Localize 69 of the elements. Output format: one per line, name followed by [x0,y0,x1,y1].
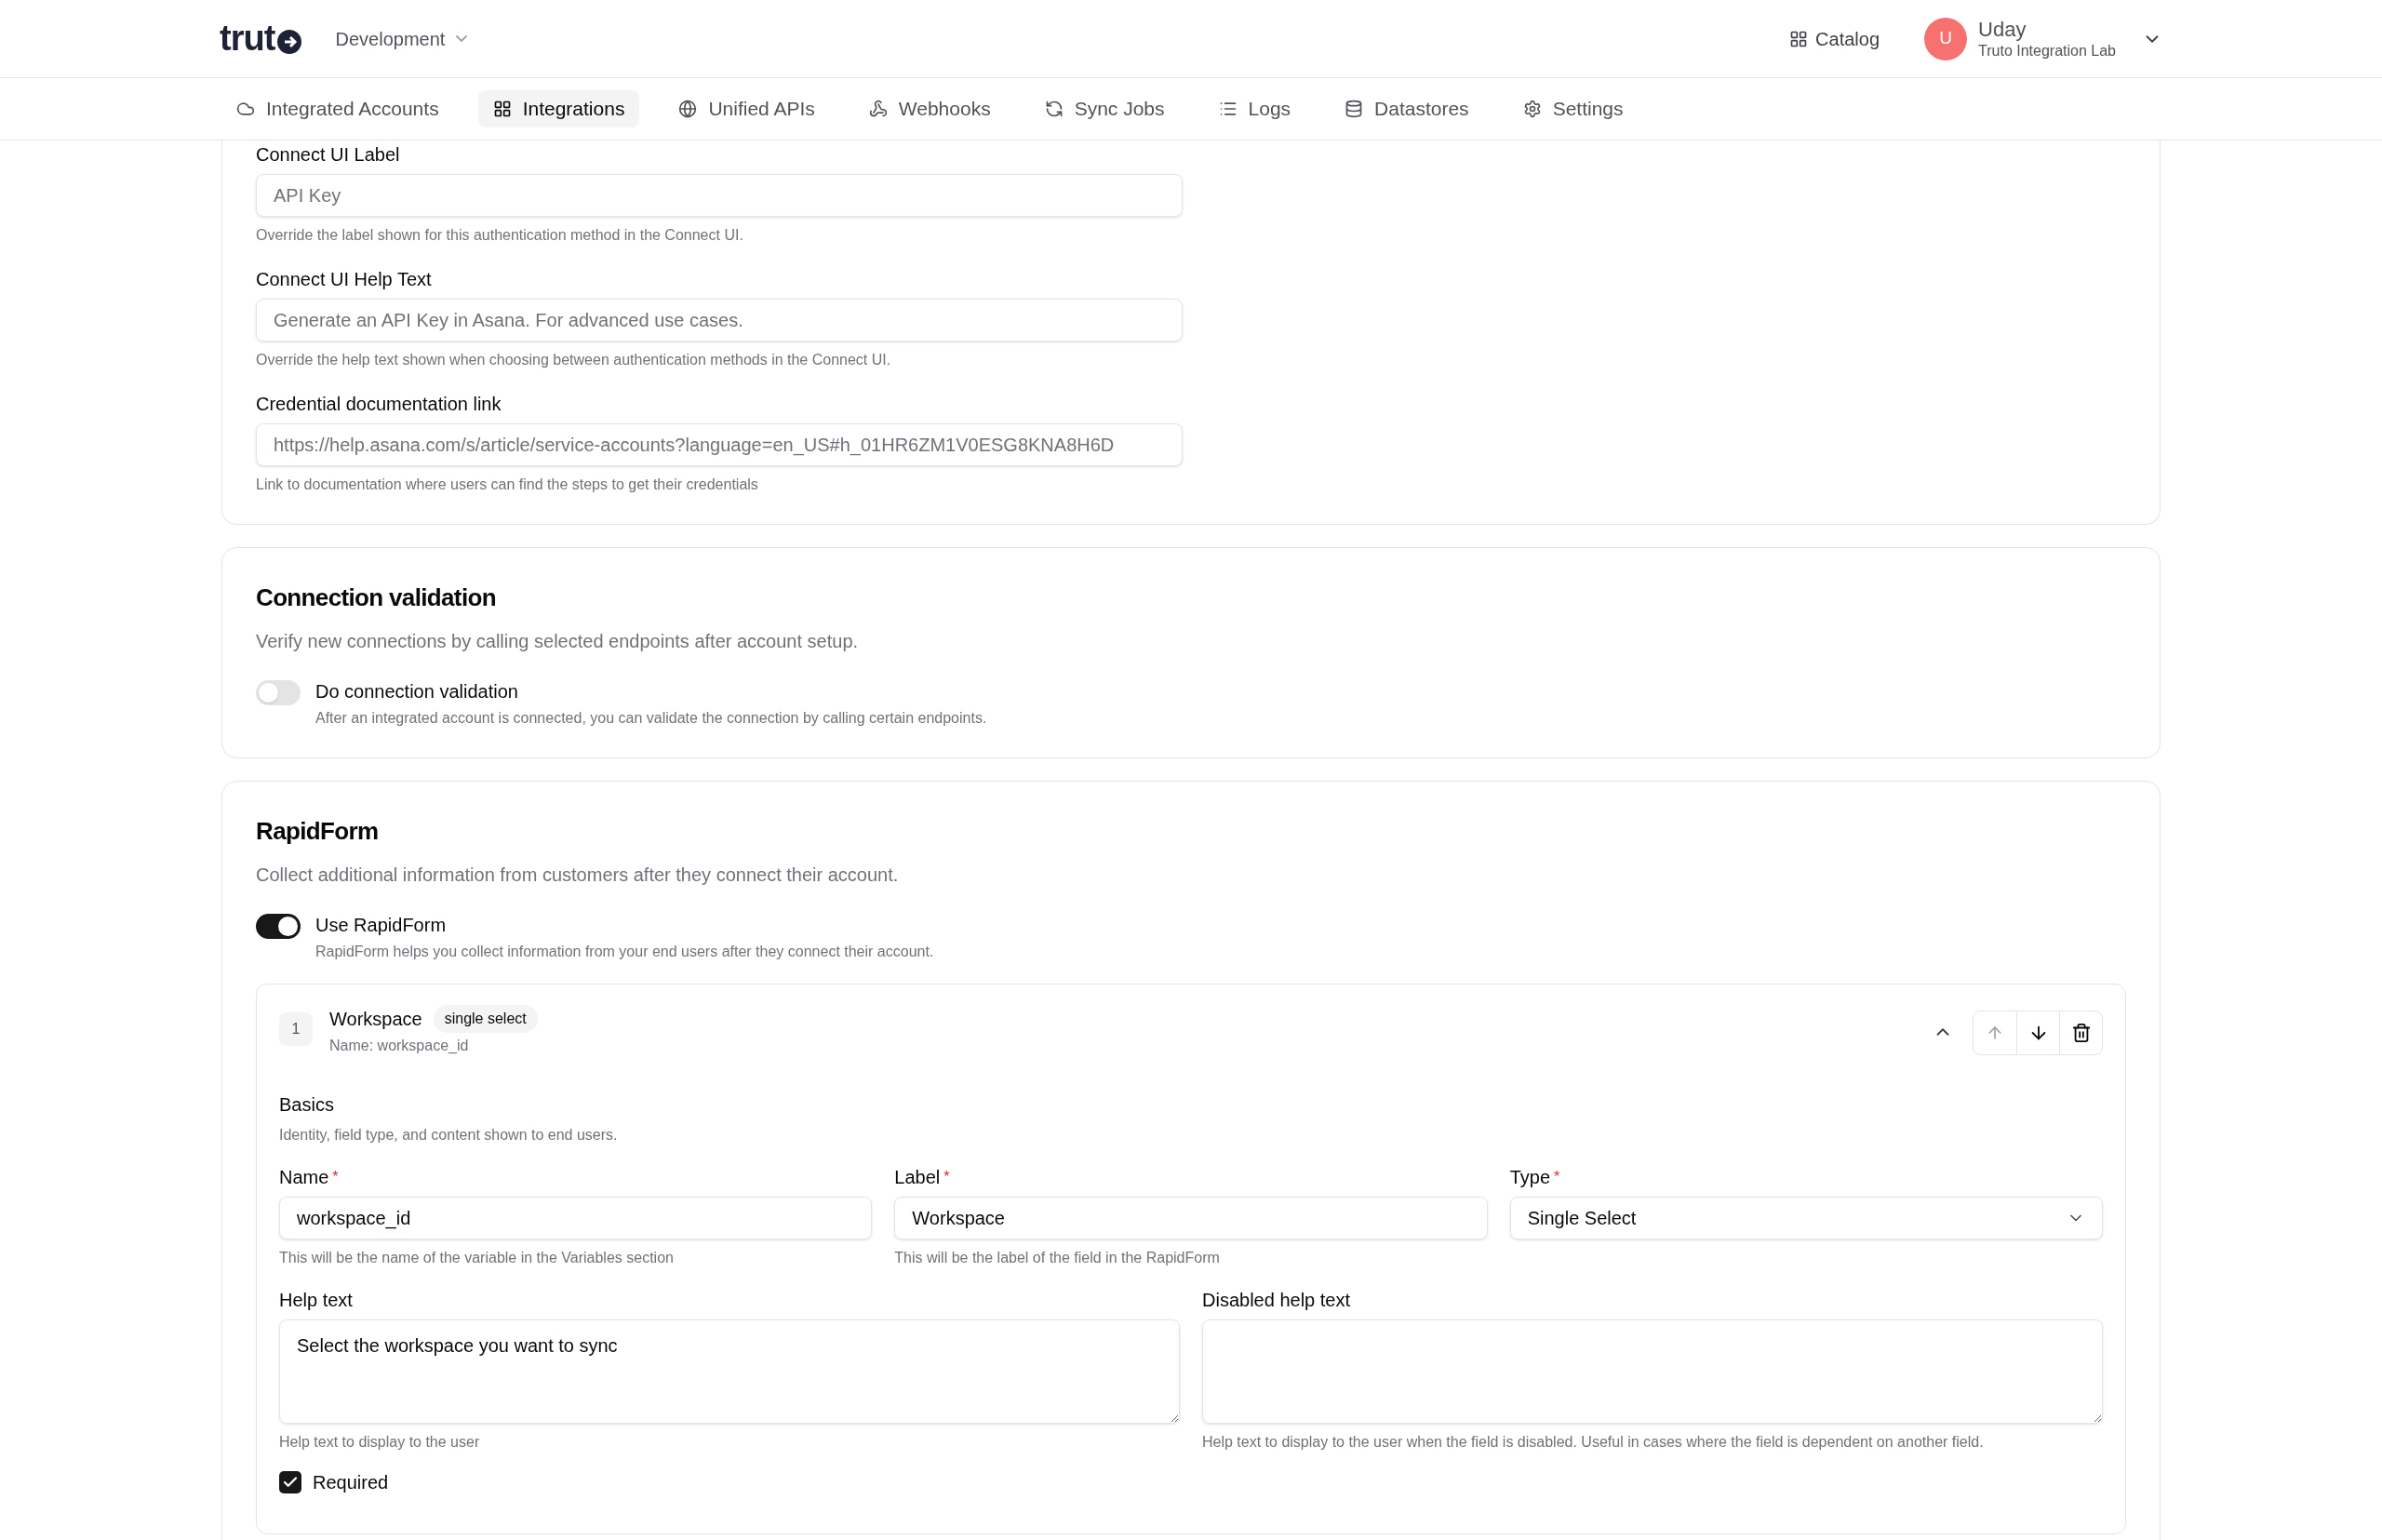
field-label: Disabled help text [1202,1289,1351,1312]
cloud-icon [236,100,255,118]
sync-icon [1044,100,1064,118]
webhook-icon [868,100,888,118]
textarea-field[interactable]: Select the workspace you want to sync [279,1319,1180,1424]
required-asterisk: * [332,1168,339,1186]
field-label: Label [894,1166,941,1189]
field-label: Connect UI Help Text [256,268,433,291]
textarea-field[interactable] [1202,1319,2103,1424]
toggle-label: Do connection validation [315,680,519,703]
text-field[interactable]: Workspace [894,1197,1488,1239]
trash-icon [2070,1023,2092,1043]
toggle-label: Use RapidForm [315,914,448,937]
list-icon [1218,100,1238,118]
database-icon [1345,100,1364,118]
field-label: Help text [279,1289,354,1312]
required-asterisk: * [1554,1168,1560,1186]
toggle-hint: RapidForm helps you collect information from your end users after they connect their account. [315,943,934,961]
field-hint: Help text to display to the user when the field is disabled. Useful in cases where the field is dependent on another field. [1202,1433,1985,1452]
nav-tab[interactable]: Datastores [1330,90,1484,127]
field-title: Workspace [329,1008,422,1031]
nav-tab[interactable]: Integrated Accounts [221,90,454,127]
section-title: RapidForm [256,816,380,847]
nav-tab[interactable]: Webhooks [853,90,1006,127]
section-title: Connection validation [256,583,497,613]
required-asterisk: * [943,1168,950,1186]
toggle-hint: After an integrated account is connected, you can validate the connection by calling certain endpoints. [315,709,987,728]
field-hint: This will be the label of the field in the RapidForm [894,1249,1221,1267]
grid-icon [1789,29,1809,48]
section-description: Verify new connections by calling selected endpoints after account setup. [256,630,860,653]
environment-dropdown[interactable]: Development [335,24,468,53]
nav-tab[interactable]: Integrations [477,90,640,127]
section-description: Collect additional information from customers after they connect their account. [256,864,900,887]
nav-tab[interactable]: Sync Jobs [1029,90,1180,127]
logo-wordmark[interactable]: trut [220,12,275,65]
text-field[interactable]: https://help.asana.com/s/article/service-accounts?language=en_US#h_01HR6ZM1V0ESG8KNA8H6D [256,423,1183,466]
globe-icon [678,100,698,118]
nav-tab[interactable]: Settings [1507,90,1639,127]
field-name-caption: Name: workspace_id [329,1037,470,1055]
subsection-description: Identity, field type, and content shown to end users. [279,1126,619,1145]
field-type-tag: single select [433,1005,538,1033]
field-label: Connect UI Label [256,143,401,167]
field-label: Type [1509,1166,1550,1189]
checkbox-label: Required [313,1471,389,1494]
grid-icon [492,100,512,118]
field-hint: This will be the name of the variable in the Variables section [279,1249,675,1267]
catalog-button[interactable]: Catalog [1789,24,1880,53]
field-hint: Link to documentation where users can find the steps to get their credentials [256,475,759,494]
toggle-switch[interactable] [256,914,301,939]
field-hint: Override the label shown for this authentication method in the Connect UI. [256,226,744,245]
field-label: Credential documentation link [256,393,502,416]
text-field[interactable]: Generate an API Key in Asana. For advanced use cases. [256,299,1183,341]
settings-icon [1522,100,1542,118]
organization-name: Truto Integration Lab [1978,42,2116,61]
nav-tab[interactable]: Logs [1203,90,1306,127]
field-hint: Help text to display to the user [279,1433,481,1452]
logo-mark-icon [275,28,302,55]
user-name: Uday [1978,16,2027,43]
nav-tab[interactable]: Unified APIs [663,90,830,127]
text-field[interactable]: workspace_id [279,1197,873,1239]
toggle-switch[interactable] [256,680,301,705]
field-label: Name [279,1166,329,1189]
field-index: 1 [279,1012,313,1046]
field-hint: Override the help text shown when choosing between authentication methods in the Connect UI. [256,351,892,369]
chevron-down-icon [456,35,468,42]
subsection-title: Basics [279,1093,335,1117]
required-checkbox[interactable] [279,1471,301,1493]
type-select[interactable]: Single Select [1509,1197,2103,1239]
text-field[interactable]: API Key [256,174,1183,217]
